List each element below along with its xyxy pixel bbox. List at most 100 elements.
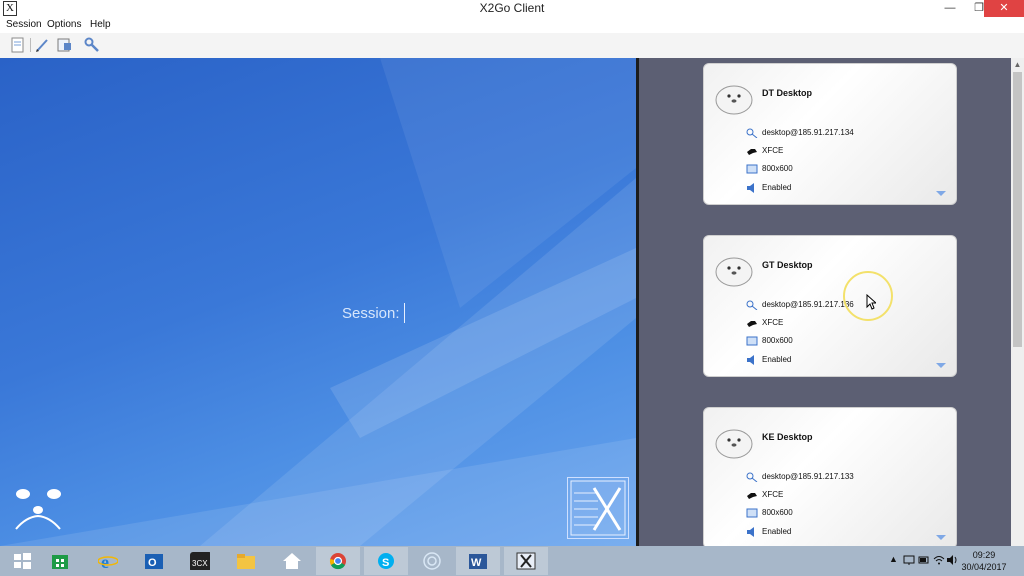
key-icon [746,472,758,482]
internet-explorer-icon: e [98,552,118,570]
session-sound-row: Enabled [746,355,791,365]
session-list: DT Desktop desktop@185.91.217.134 XFCE 8… [639,58,1011,546]
window-title: X2Go Client [479,1,545,15]
new-session-icon [11,37,24,53]
session-host-row: desktop@185.91.217.136 [746,300,854,310]
session-resolution-row: 800x600 [746,336,793,346]
preferences-button[interactable] [84,37,100,53]
menu-options[interactable]: Options [47,19,81,30]
session-name: KE Desktop [762,432,813,442]
network-icon[interactable] [903,554,915,566]
session-host: desktop@185.91.217.134 [762,128,854,138]
file-explorer-icon [237,554,255,569]
show-hidden-icons-icon[interactable]: ▲ [889,554,898,564]
store-icon [52,555,68,569]
session-desktop: XFCE [762,490,784,500]
scrollbar-thumb[interactable] [1013,72,1022,347]
session-login-label: Session: [342,305,400,322]
taskbar-outlook[interactable]: O [132,547,176,575]
skype-icon: S [378,553,394,569]
login-pane [0,58,636,546]
session-sound: Enabled [762,355,792,365]
taskbar-file-explorer[interactable] [224,547,268,575]
xfce-mouse-icon [746,490,758,500]
key-icon [746,300,758,310]
chevron-down-icon[interactable] [936,191,946,196]
battery-icon[interactable] [918,554,930,566]
menu-help[interactable]: Help [90,19,111,30]
session-card[interactable]: KE Desktop desktop@185.91.217.133 XFCE 8… [703,407,957,546]
key-icon [746,128,758,138]
export-session-button[interactable] [56,37,72,53]
menu-bar: Session Options Help [0,17,1024,33]
edit-session-button[interactable] [34,37,50,53]
close-icon: ✕ [999,2,1009,14]
taskbar-store[interactable] [38,547,82,575]
taskbar-skype[interactable]: S [364,547,408,575]
taskbar-x2go[interactable] [504,547,548,575]
taskbar-3cx[interactable]: 3CX [178,547,222,575]
svg-text:S: S [382,557,389,569]
taskbar-internet-explorer[interactable]: e [86,547,130,575]
preferences-icon [84,37,99,52]
word-icon: W [469,554,487,569]
chrome-icon [329,553,346,570]
mouse-pointer-icon [866,294,876,310]
session-desktop-row: XFCE [746,318,783,328]
session-resolution: 800x600 [762,164,793,174]
session-card[interactable]: GT Desktop desktop@185.91.217.136 XFCE 8… [703,235,957,377]
session-resolution: 800x600 [762,508,793,518]
menu-session[interactable]: Session [6,19,42,30]
display-icon [746,336,758,346]
seal-avatar-icon [715,85,753,115]
toolbar [0,33,1024,59]
close-button[interactable]: ✕ [984,0,1024,17]
home-icon [283,553,301,569]
restore-icon: ❐ [974,2,984,14]
taskbar-word[interactable]: W [456,547,500,575]
speaker-icon [746,183,758,193]
speaker-icon [746,355,758,365]
seal-avatar-icon [715,257,753,287]
session-input-caret[interactable] [404,303,405,323]
session-sound-row: Enabled [746,183,791,193]
outlook-icon: O [145,554,163,569]
new-session-button[interactable] [10,37,26,53]
background-light-rays [0,58,636,546]
session-host-row: desktop@185.91.217.133 [746,472,854,482]
xfce-mouse-icon [746,318,758,328]
chevron-down-icon[interactable] [936,363,946,368]
seal-avatar-icon [715,429,753,459]
scroll-up-icon[interactable]: ▲ [1011,60,1024,70]
session-sound: Enabled [762,527,792,537]
session-sound: Enabled [762,183,792,193]
session-name: GT Desktop [762,260,813,270]
svg-text:e: e [101,552,109,570]
session-desktop-row: XFCE [746,490,783,500]
speaker-icon [746,527,758,537]
cortana-icon [423,552,441,570]
svg-text:O: O [148,557,157,569]
taskbar-cortana[interactable] [410,547,454,575]
chevron-down-icon[interactable] [936,535,946,540]
windows-start-icon [14,553,31,569]
session-host: desktop@185.91.217.133 [762,472,854,482]
display-icon [746,164,758,174]
title-bar: X X2Go Client — ❐ ✕ [0,0,1024,17]
session-resolution-row: 800x600 [746,508,793,518]
session-resolution: 800x600 [762,336,793,346]
session-desktop: XFCE [762,146,784,156]
wifi-icon[interactable] [933,554,945,566]
3cx-label: 3CX [192,559,208,568]
volume-icon[interactable] [946,554,958,566]
x2go-icon [516,552,536,570]
display-icon [746,508,758,518]
session-list-scrollbar[interactable]: ▲ [1011,58,1024,546]
session-sound-row: Enabled [746,527,791,537]
taskbar-home[interactable] [270,547,314,575]
session-card[interactable]: DT Desktop desktop@185.91.217.134 XFCE 8… [703,63,957,205]
windows-taskbar: e O 3CX S W ▲ 09:29 30/04/2017 [0,546,1024,576]
taskbar-clock[interactable]: 09:29 30/04/2017 [960,549,1008,573]
x2go-logo-icon [567,477,629,539]
taskbar-chrome[interactable] [316,547,360,575]
